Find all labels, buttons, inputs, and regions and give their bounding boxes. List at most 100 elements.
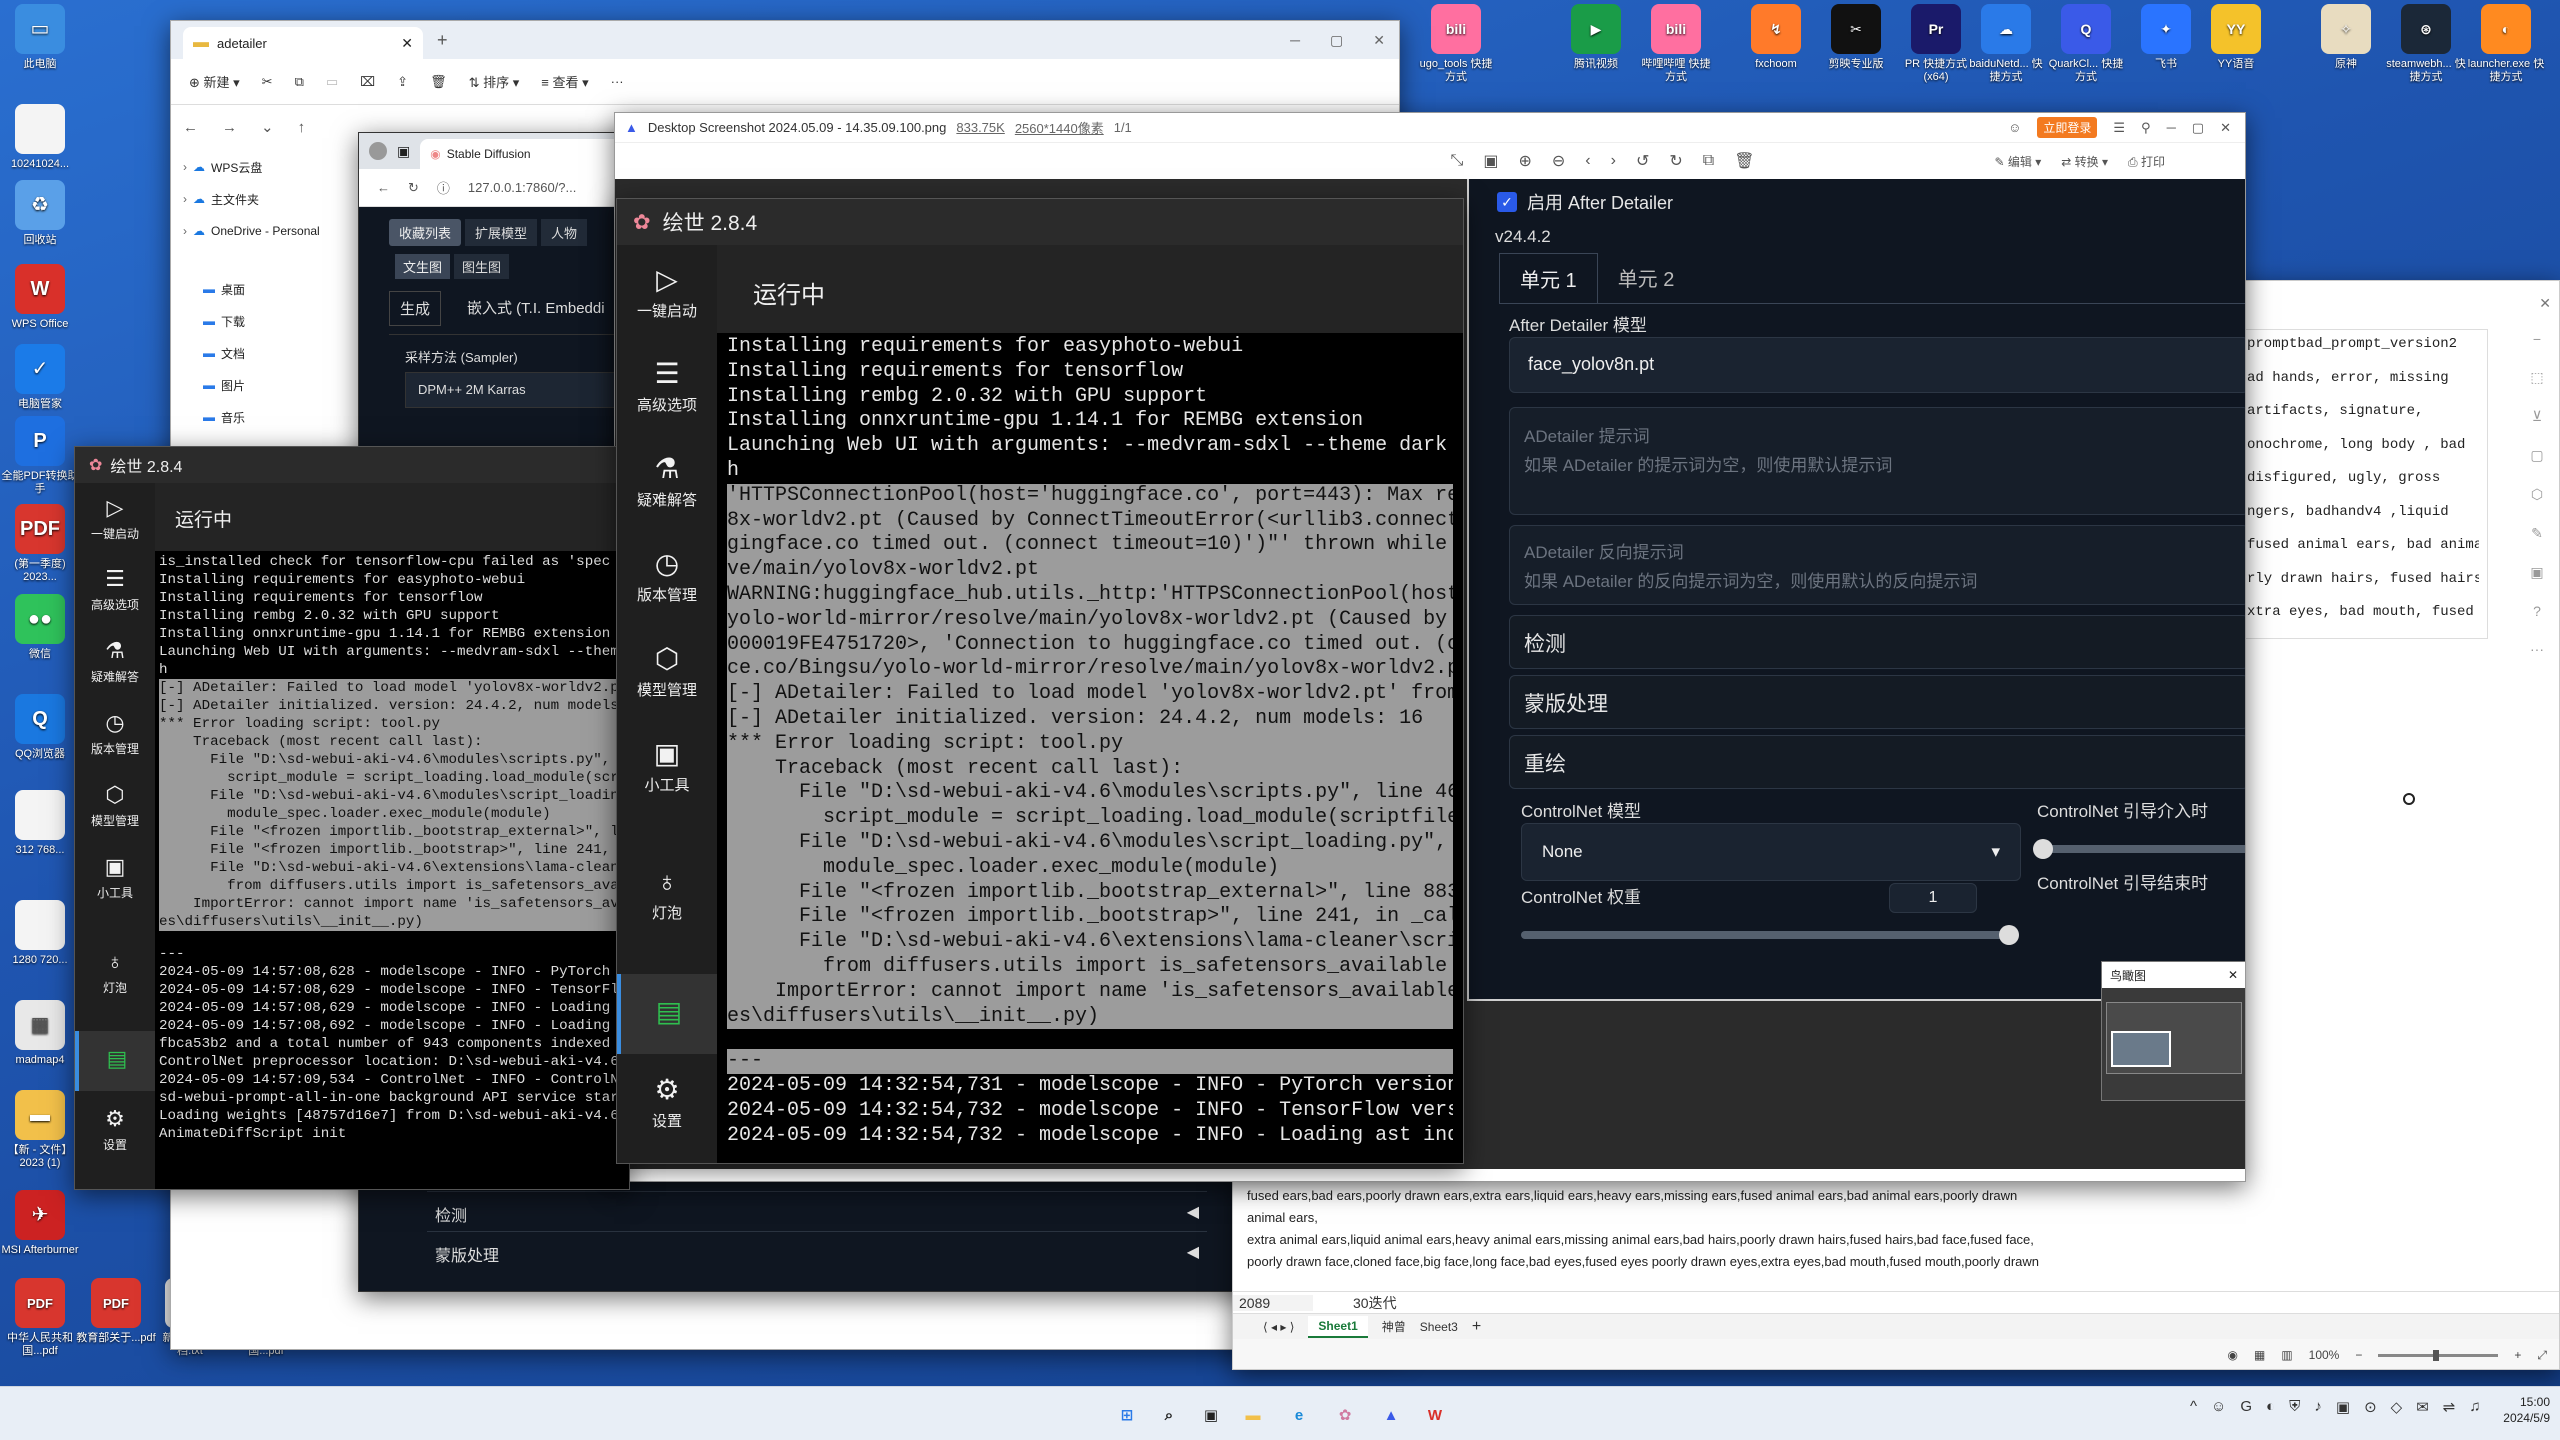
desktop-icon[interactable]: ▦ madmap4 (0, 1000, 80, 1080)
log-line[interactable]: es\diffusers\utils\__init__.py) (159, 913, 625, 931)
more-button[interactable]: ··· (611, 74, 624, 89)
tray-icon[interactable]: ♪ (2314, 1398, 2322, 1416)
profile-icon[interactable] (369, 142, 387, 160)
filter-icon[interactable]: ⊻ (2532, 408, 2542, 425)
enable-adetailer-checkbox[interactable]: ✓ (1497, 192, 1517, 212)
nav-疑难解答[interactable]: ⚗ 疑难解答 (75, 625, 155, 697)
tray-icon[interactable]: ⊙ (2364, 1398, 2377, 1416)
desktop-icon[interactable]: ●● 微信 (0, 594, 80, 674)
nav-灯泡[interactable]: ♁ 灯泡 (75, 913, 155, 1031)
tray-icon[interactable]: ⇌ (2443, 1398, 2456, 1416)
desktop-icon[interactable]: YY YY语音 (2196, 4, 2276, 84)
taskbar-huishi-icon[interactable]: ✿ (1328, 1398, 1362, 1432)
view-eye-icon[interactable]: ◉ (2227, 1348, 2237, 1362)
copy-icon[interactable]: ⧉ (295, 74, 304, 90)
convert-button[interactable]: ⇄ 转换 ▾ (2061, 153, 2108, 170)
maximize-icon[interactable]: ▢ (2192, 120, 2204, 136)
log-line[interactable]: 2024-05-09 14:32:54,732 - modelscope - I… (727, 1099, 1453, 1124)
log-line[interactable]: WARNING:huggingface_hub.utils._http:'HTT… (727, 582, 1453, 608)
log-line[interactable]: AnimateDiffScript init (159, 1125, 625, 1143)
desktop-icon[interactable]: ▬ 【新 - 文件】 2023 (1) (0, 1090, 80, 1170)
menu-icon[interactable]: ☰ (2113, 120, 2125, 136)
log-line[interactable]: yolo-world-mirror/resolve/main/yolov8x-w… (727, 607, 1453, 633)
log-line[interactable]: script_module = script_loading.load_modu… (159, 769, 625, 787)
log-line[interactable]: Installing rembg 2.0.32 with GPU support (727, 385, 1453, 410)
guidance-start-slider[interactable] (2033, 839, 2245, 859)
desktop-icon[interactable]: W WPS Office (0, 264, 80, 344)
log-line[interactable]: 8x-worldv2.pt (Caused by ConnectTimeoutE… (727, 508, 1453, 534)
close-icon[interactable]: ✕ (2220, 120, 2231, 136)
nav-item[interactable]: › ☁ OneDrive - Personal (183, 215, 351, 247)
log-line[interactable]: Launching Web UI with arguments: --medvr… (159, 643, 625, 661)
tree-item[interactable]: ▬ 文档 (183, 337, 351, 369)
tray-icon[interactable]: G (2240, 1398, 2252, 1416)
fit-icon[interactable]: ⤡ (1451, 152, 1464, 170)
tray-icon[interactable]: ◐ (2266, 1398, 2275, 1416)
up-icon[interactable]: ↑ (298, 119, 306, 136)
sheet-tab-3[interactable]: Sheet3 (1420, 1320, 1458, 1334)
log-line[interactable]: File "<frozen importlib._bootstrap_exter… (727, 880, 1453, 906)
log-line[interactable]: Installing rembg 2.0.32 with GPU support (159, 607, 625, 625)
tray-icon[interactable]: ^ (2190, 1398, 2197, 1416)
panel-icon[interactable]: ▣ (2530, 564, 2543, 581)
tree-item[interactable]: ▬ 桌面 (183, 273, 351, 305)
log-line[interactable]: ImportError: cannot import name 'is_safe… (727, 979, 1453, 1005)
nav-灯泡[interactable]: ♁ 灯泡 (617, 814, 717, 974)
nav-设置[interactable]: ⚙ 设置 (617, 1054, 717, 1150)
desktop-icon[interactable]: 312 768... (0, 790, 80, 870)
desktop-icon[interactable]: ♻ 回收站 (0, 180, 80, 260)
zoom-out-icon[interactable]: − (2355, 1348, 2362, 1362)
section-detect[interactable]: 检测 (1509, 615, 2245, 669)
taskbar-explorer-icon[interactable]: ▬ (1236, 1398, 1270, 1432)
log-line[interactable]: File "D:\sd-webui-aki-v4.6\modules\scrip… (727, 781, 1453, 807)
nav-版本管理[interactable]: ◷ 版本管理 (617, 529, 717, 624)
fullscreen-icon[interactable]: ⤢ (2537, 1348, 2547, 1363)
tray-icon[interactable]: ▣ (2336, 1398, 2350, 1416)
log-line[interactable] (727, 1029, 1453, 1049)
desktop-icon[interactable]: 10241024... (0, 104, 80, 184)
taskbar-start-icon[interactable]: ⊞ (1110, 1398, 1144, 1432)
desktop-icon[interactable]: PDF 教育部关于...pdf (76, 1278, 156, 1358)
log-line[interactable]: Traceback (most recent call last): (727, 756, 1453, 782)
nav-item[interactable]: › ☁ 主文件夹 (183, 183, 351, 215)
log-line[interactable]: Installing onnxruntime-gpu 1.14.1 for RE… (727, 409, 1453, 434)
desktop-icon[interactable]: ☁ baiduNetd... 快捷方式 (1966, 4, 2046, 84)
desktop-icon[interactable]: bili 哔哩哔哩 快捷方式 (1636, 4, 1716, 84)
tab-favorites[interactable]: 收藏列表 (389, 219, 462, 246)
nav-console[interactable]: ▤ (75, 1031, 155, 1091)
log-line[interactable]: h (727, 459, 1453, 484)
delete-icon[interactable]: 🗑 (430, 74, 447, 90)
log-line[interactable]: [-] ADetailer initialized. version: 24.4… (159, 697, 625, 715)
view-button[interactable]: ≡ 查看 ▾ (541, 72, 588, 91)
help-icon[interactable]: ? (2533, 603, 2541, 619)
section-inpaint[interactable]: 重绘 (1509, 735, 2245, 789)
log-line[interactable]: [-] ADetailer: Failed to load model 'yol… (727, 682, 1453, 707)
log-line[interactable]: es\diffusers\utils\__init__.py) (727, 1004, 1453, 1030)
desktop-icon[interactable]: bili ugo_tools 快捷方式 (1416, 4, 1496, 84)
log-line[interactable]: --- (727, 1049, 1453, 1075)
pin-icon[interactable]: ⚲ (2141, 120, 2151, 136)
desktop-icon[interactable]: P 全能PDF转换助手 (0, 416, 80, 496)
page-view-icon[interactable]: ▥ (2281, 1348, 2292, 1362)
tab-list-icon[interactable]: ▣ (397, 143, 410, 160)
log-line[interactable]: 'HTTPSConnectionPool(host='huggingface.c… (727, 483, 1453, 509)
nav-小工具[interactable]: ▣ 小工具 (75, 841, 155, 913)
nav-疑难解答[interactable]: ⚗ 疑难解答 (617, 434, 717, 529)
reload-icon[interactable]: ↻ (408, 180, 419, 196)
log-line[interactable]: [-] ADetailer initialized. version: 24.4… (727, 706, 1453, 732)
tray-icon[interactable]: ◇ (2391, 1398, 2403, 1416)
nav-设置[interactable]: ⚙ 设置 (75, 1091, 155, 1167)
controlnet-weight-input[interactable]: 1 (1889, 883, 1977, 913)
desktop-icon[interactable]: ▶ 腾讯视频 (1556, 4, 1636, 84)
cell-content[interactable]: fused ears,bad ears,poorly drawn ears,ex… (1243, 1181, 2103, 1301)
log-line[interactable]: Installing requirements for tensorflow (727, 360, 1453, 385)
shape-icon[interactable]: ⬡ (2531, 486, 2543, 503)
log-line[interactable]: 2024-05-09 14:57:09,534 - ControlNet - I… (159, 1071, 625, 1089)
log-line[interactable]: fbca53b2 and a total number of 943 compo… (159, 1035, 625, 1053)
tray-icon[interactable]: ⛨ (2289, 1398, 2300, 1416)
desktop-icon[interactable]: Q QuarkCl... 快捷方式 (2046, 4, 2126, 84)
log-line[interactable]: File "D:\sd-webui-aki-v4.6\modules\scrip… (727, 830, 1453, 856)
tab-img2img[interactable]: 图生图 (454, 254, 510, 279)
sheet-tab-2[interactable]: 神曾 (1382, 1318, 1406, 1335)
log-line[interactable]: module_spec.loader.exec_module(module) (727, 855, 1453, 881)
